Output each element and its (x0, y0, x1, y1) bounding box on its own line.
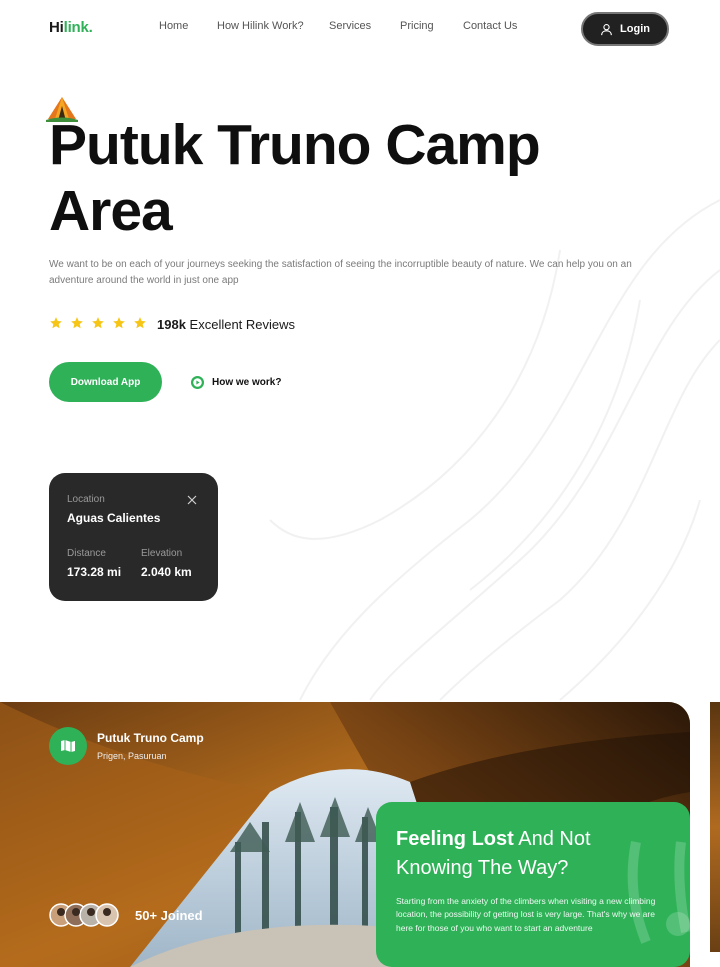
star-icon (113, 317, 125, 329)
login-button[interactable]: Login (581, 12, 669, 46)
reviews-summary: 198k Excellent Reviews (157, 317, 295, 332)
elevation-label: Elevation (141, 548, 183, 559)
reviews-text: Excellent Reviews (189, 317, 296, 332)
map-badge (49, 727, 87, 765)
reviews-count: 198k (157, 317, 186, 332)
star-icon (92, 317, 104, 329)
star-icon (50, 317, 62, 329)
camp-name: Putuk Truno Camp (97, 731, 204, 745)
nav-item-services[interactable]: Services (329, 20, 371, 32)
feature-card-title: Feeling Lost And Not Knowing The Way? (396, 825, 636, 883)
login-label: Login (620, 23, 650, 35)
hero-description: We want to be on each of your journeys s… (49, 259, 632, 286)
nav-item-home[interactable]: Home (159, 20, 188, 32)
star-icon (71, 317, 83, 329)
hero-title: Putuk Truno Camp Area (49, 113, 541, 243)
elevation-value: 2.040 km (141, 565, 192, 579)
nav-item-how-it-works[interactable]: How Hilink Work? (217, 20, 304, 32)
brand-logo[interactable]: Hilink. (49, 19, 93, 36)
feature-title-bold: Feeling Lost (396, 828, 514, 850)
feature-card-text: Starting from the anxiety of the climber… (396, 896, 656, 933)
download-app-button[interactable]: Download App (49, 362, 162, 402)
star-icon (134, 317, 146, 329)
map-icon (61, 740, 75, 752)
location-value: Aguas Calientes (67, 511, 161, 525)
location-card: Location Aguas Calientes Distance 173.28… (49, 473, 218, 601)
how-we-work-link[interactable]: How we work? (191, 376, 281, 389)
play-icon (191, 376, 204, 389)
joined-count: 50+ Joined (135, 908, 203, 923)
next-slide-edge (710, 702, 720, 952)
brand-name-main: Hi (49, 19, 64, 36)
download-app-label: Download App (70, 376, 141, 388)
how-we-work-label: How we work? (212, 377, 282, 388)
nav-item-contact[interactable]: Contact Us (463, 20, 517, 32)
distance-value: 173.28 mi (67, 565, 122, 579)
distance-label: Distance (67, 548, 106, 559)
brand-name-accent: link. (63, 19, 93, 36)
feature-card: Feeling Lost And Not Knowing The Way? St… (376, 802, 690, 967)
landing-page: Hilink. Home How Hilink Work? Services P… (0, 0, 720, 967)
camp-place: Prigen, Pasuruan (97, 751, 167, 761)
close-icon[interactable] (187, 495, 197, 505)
location-label: Location (67, 494, 105, 505)
joined-avatars (49, 903, 119, 927)
nav-item-pricing[interactable]: Pricing (400, 20, 434, 32)
rating-stars (49, 316, 147, 330)
user-icon (601, 23, 612, 35)
